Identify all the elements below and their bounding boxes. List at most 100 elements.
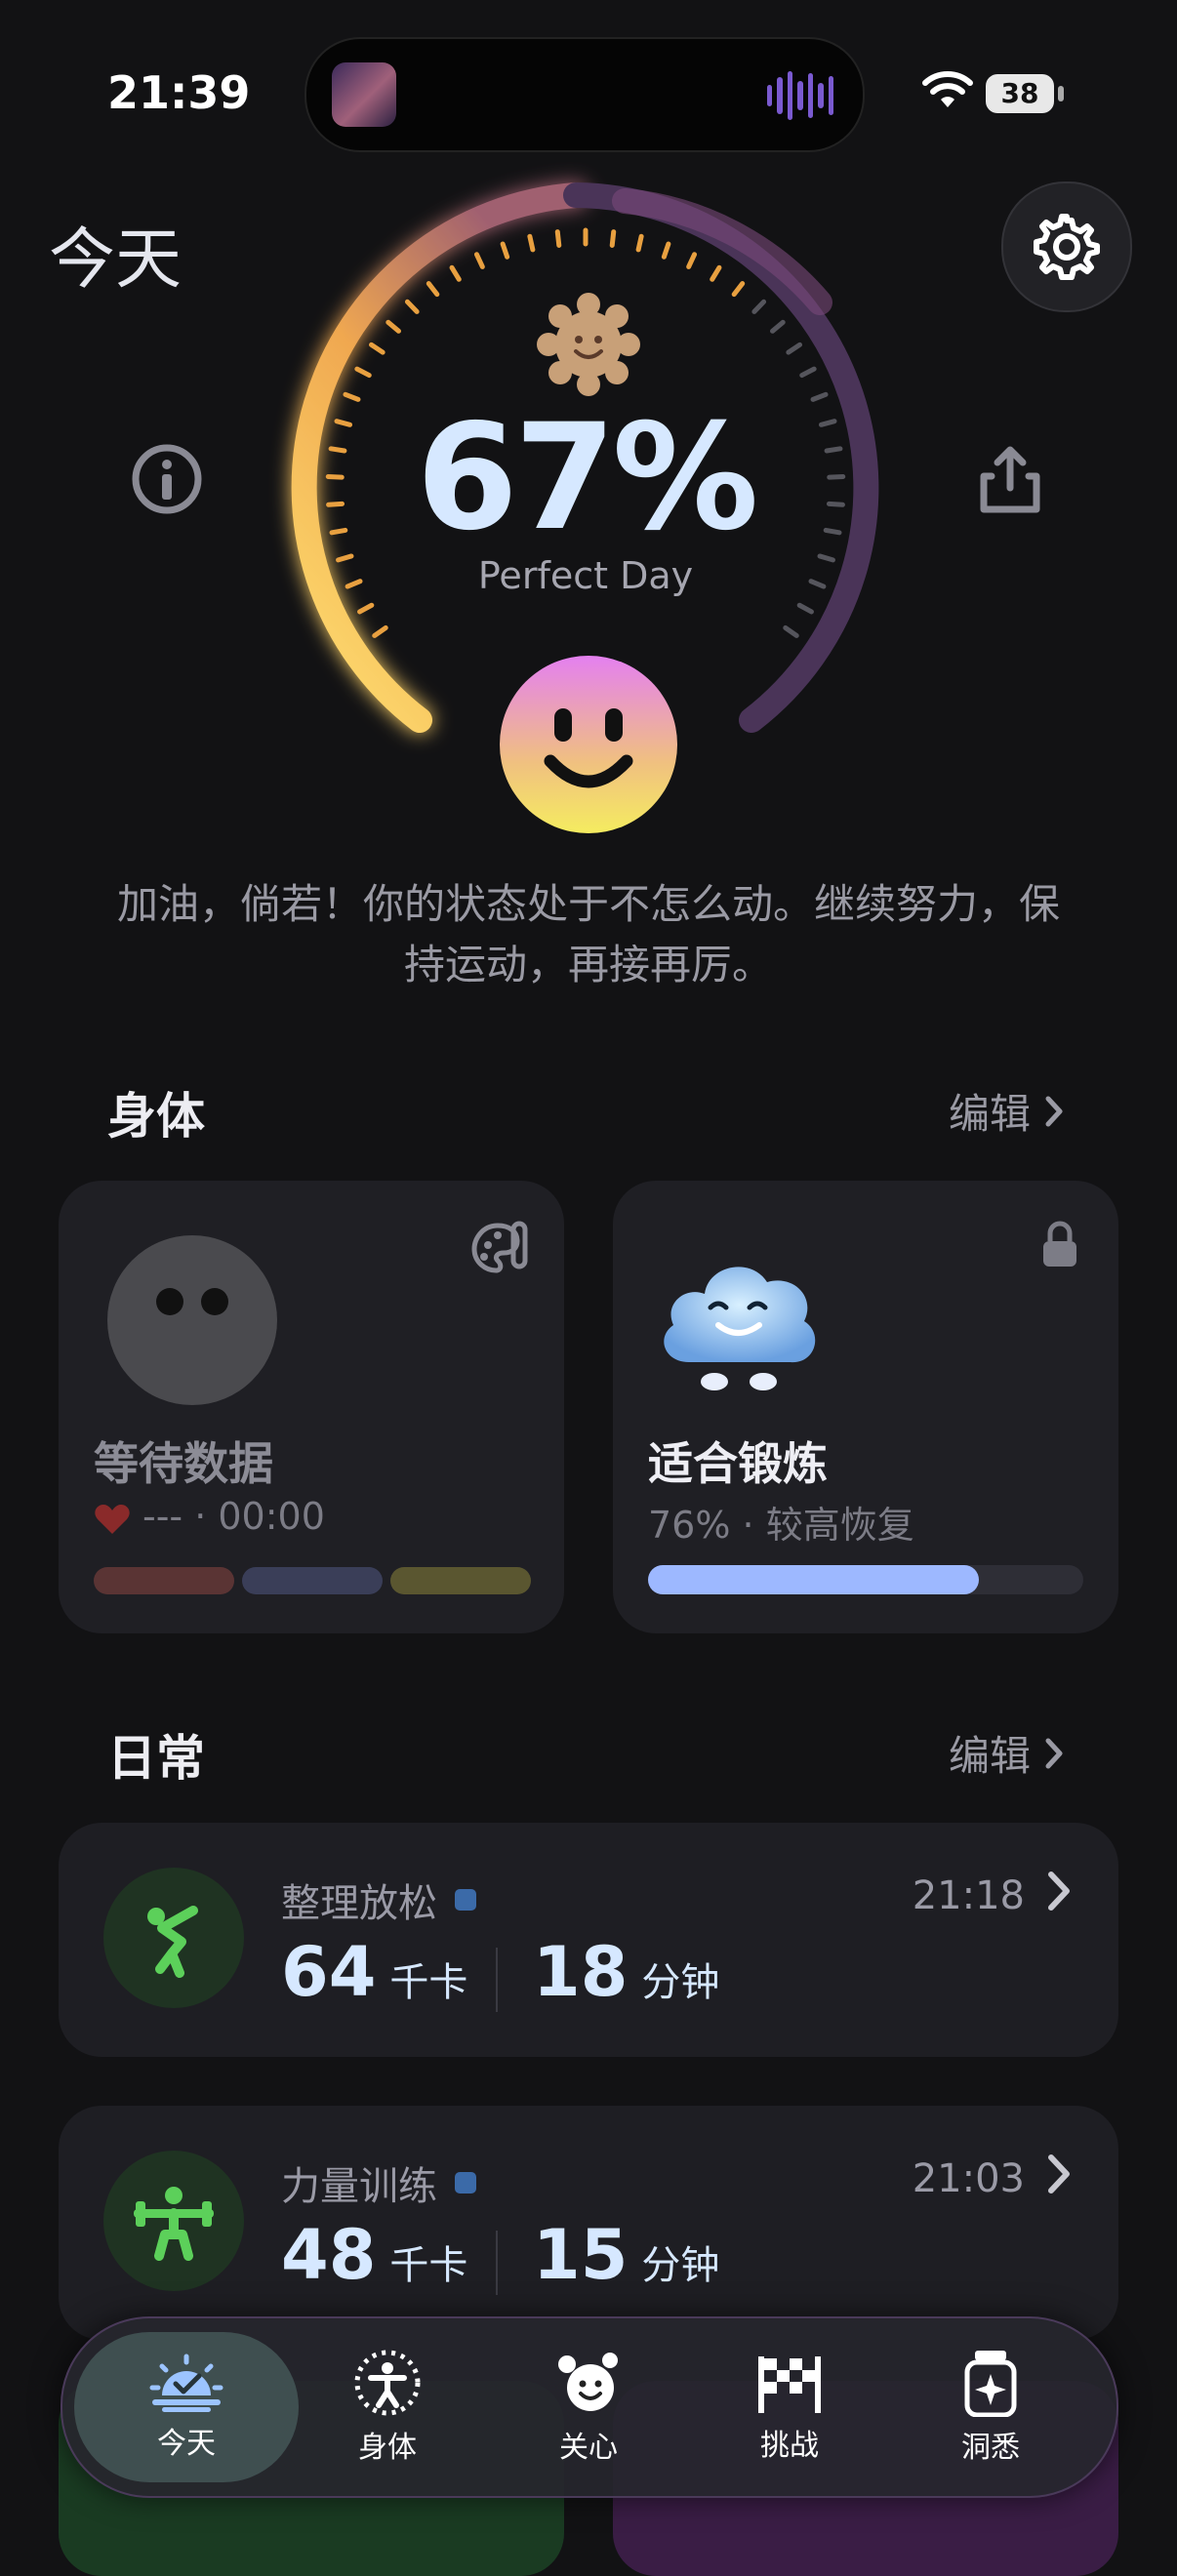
palette-icon[interactable] [470,1220,531,1276]
gauge-tick [426,281,440,298]
gauge-tick [799,366,817,379]
chevron-right-icon [1045,1738,1063,1768]
settings-button[interactable] [1001,181,1132,312]
gauge-tick [527,233,536,253]
waiting-data-sub: --- · 00:00 [142,1495,325,1538]
gauge-tick [783,624,799,638]
gauge-tick [368,342,386,355]
activity-card[interactable]: 力量训练 21:03 48 千卡 15 分钟 [59,2106,1118,2340]
chevron-right-icon [1045,1096,1063,1126]
gauge-tick [404,299,420,314]
gauge-tick [661,241,671,260]
body-edit-link[interactable]: 编辑 [949,1081,1064,1141]
status-segment-red [94,1567,234,1594]
day-score-percent: 67% [416,393,758,563]
gauge-tick [686,252,698,269]
gauge-tick [357,602,375,615]
mood-smiley-icon[interactable] [500,656,677,833]
audio-wave-icon [767,68,833,123]
gauge-tick [372,624,388,638]
care-icon [558,2353,618,2411]
gauge-tick [710,264,722,282]
lock-icon [1043,1221,1076,1267]
placeholder-face-icon [107,1235,277,1405]
daily-edit-link[interactable]: 编辑 [949,1723,1064,1783]
body-icon [354,2350,421,2416]
source-tag-icon [455,2172,476,2194]
waiting-data-title: 等待数据 [94,1437,273,1490]
training-readiness-sub: 76% · 较高恢复 [648,1504,914,1547]
strength-training-icon [103,2151,244,2291]
gauge-tick [786,342,803,355]
gauge-tick [500,241,510,260]
chevron-right-icon[interactable] [1046,1870,1072,1912]
activity-minutes: 15 分钟 [533,2215,720,2295]
page-title: 今天 [49,221,183,299]
daily-section-title: 日常 [107,1730,205,1787]
gauge-tick [386,319,401,334]
sun-face-icon [535,291,642,398]
activity-calories: 64 千卡 [281,1932,468,2012]
gauge-tick [770,319,786,334]
tab-body[interactable]: 身体 [287,2318,488,2496]
share-button[interactable] [966,435,1054,523]
tab-today[interactable]: 今天 [86,2318,287,2496]
training-readiness-card[interactable]: 适合锻炼 76% · 较高恢复 [613,1181,1118,1633]
gauge-tick [810,391,829,402]
source-tag-icon [455,1889,476,1911]
cloud-mascot-icon [664,1267,816,1390]
activity-time: 21:18 [912,1873,1025,1918]
dynamic-island[interactable] [304,37,865,152]
gear-icon [1034,214,1100,280]
wifi-icon [922,71,973,107]
status-message: 加油，倘若！你的状态处于不怎么动。继续努力，保持运动，再接再厉。 [116,880,1060,988]
activity-name: 整理放松 [281,1872,476,1928]
info-icon [132,444,202,514]
tab-label: 关心 [559,2431,618,2465]
heart-icon [95,1505,130,1534]
gauge-tick [751,299,767,314]
activity-minutes: 18 分钟 [533,1932,720,2012]
battery-indicator: 38 [986,74,1054,113]
tab-label: 洞悉 [961,2431,1020,2465]
battery-tip [1058,86,1064,101]
readiness-bar-fill [648,1565,979,1594]
body-section-title: 身体 [107,1088,205,1145]
activity-time: 21:03 [912,2156,1025,2201]
day-score-label: Perfect Day [477,554,694,597]
tab-bar: 今天 身体 关心 挑战 洞悉 [61,2316,1118,2498]
body-edit-label: 编辑 [949,1090,1032,1138]
gauge-tick [731,281,746,298]
tab-challenge[interactable]: 挑战 [689,2318,890,2496]
tab-insight[interactable]: 洞悉 [890,2318,1091,2496]
training-readiness-title: 适合锻炼 [648,1437,828,1490]
chevron-right-icon[interactable] [1046,2153,1072,2195]
gauge-tick [343,391,361,402]
divider [496,1948,498,2012]
activity-calories: 48 千卡 [281,2215,468,2295]
share-icon [980,446,1040,513]
gauge-tick [609,229,617,248]
status-segment-yellow [390,1567,531,1594]
daily-edit-label: 编辑 [949,1732,1032,1780]
gauge-tick [796,602,814,615]
tab-care[interactable]: 关心 [488,2318,689,2496]
gauge-tick [635,233,644,253]
now-playing-artwork [332,62,396,127]
tab-label: 身体 [358,2431,417,2465]
gauge-tick [473,252,485,269]
stretching-icon [103,1868,244,2008]
gauge-tick [554,229,562,248]
activity-card[interactable]: 整理放松 21:18 64 千卡 18 分钟 [59,1823,1118,2057]
status-time: 21:39 [107,66,251,119]
status-segment-blue [242,1567,383,1594]
divider [496,2231,498,2295]
tab-label: 挑战 [760,2429,819,2463]
insight-icon [964,2351,1017,2417]
waiting-data-card[interactable]: 等待数据 --- · 00:00 [59,1181,564,1633]
today-icon [149,2354,223,2412]
gauge-tick [449,264,462,282]
activity-name: 力量训练 [281,2154,476,2211]
gauge-tick [354,366,372,379]
tab-label: 今天 [157,2427,216,2461]
